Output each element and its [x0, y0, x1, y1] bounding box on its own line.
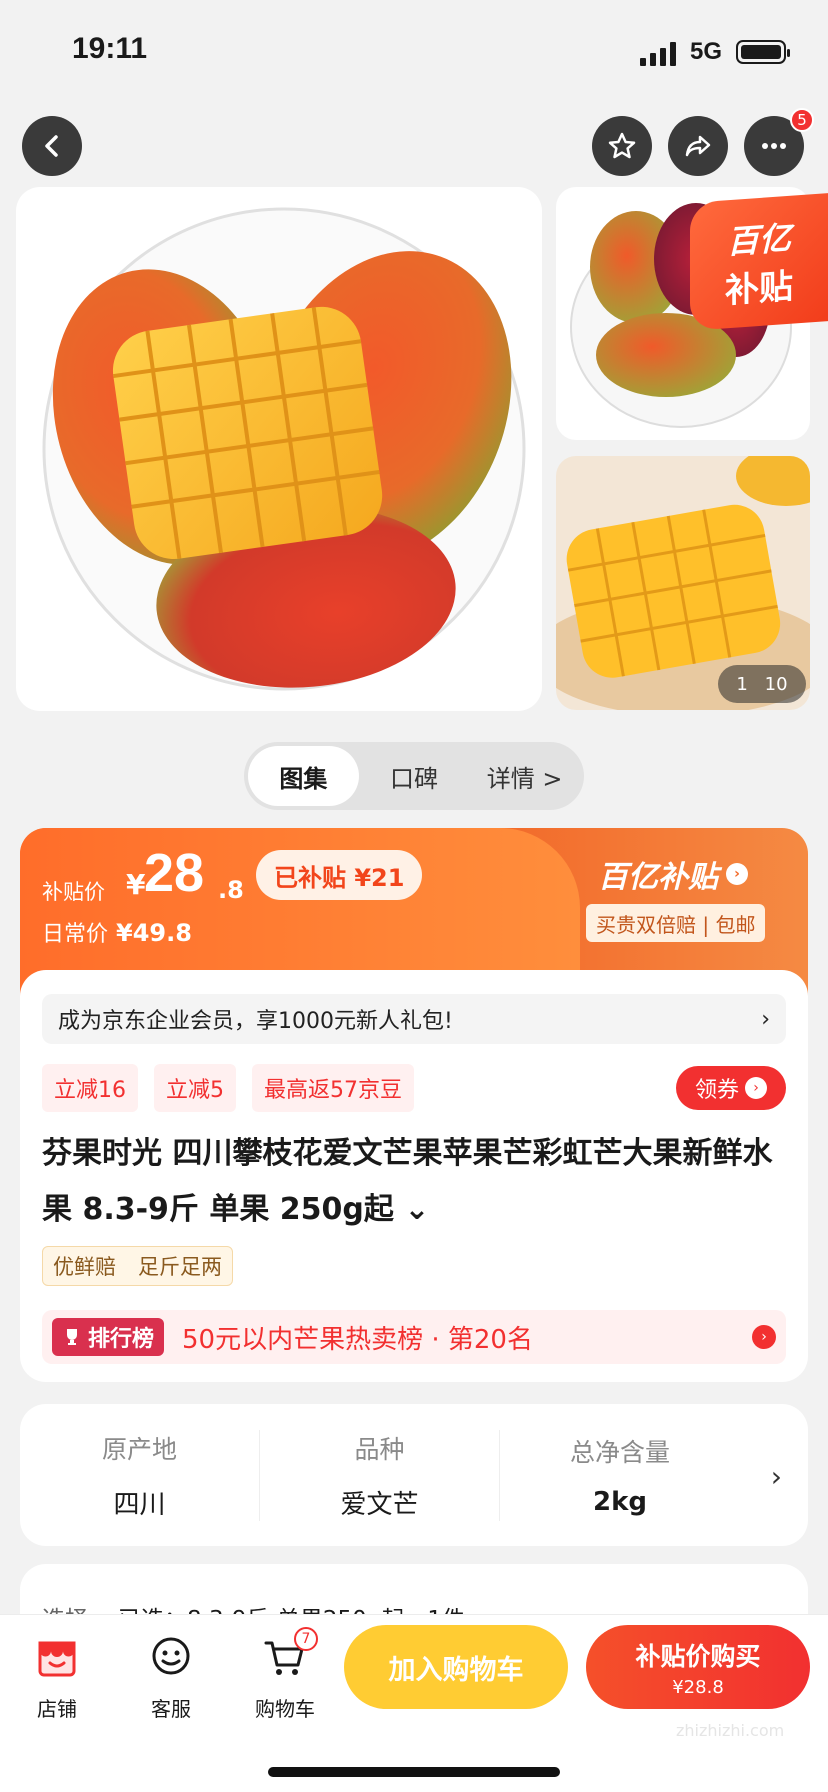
chevron-left-icon	[45, 135, 58, 157]
nav-store[interactable]: 店铺	[12, 1633, 102, 1722]
home-indicator	[268, 1767, 560, 1777]
product-title[interactable]: 芬果时光 四川攀枝花爱文芒果苹果芒彩虹芒大果新鲜水果 8.3-9斤 单果 250…	[42, 1126, 792, 1238]
bottom-action-bar: 店铺 客服 7 购物车 加入购物车 补贴价购买 ¥28.8 zhizhizhi.…	[0, 1614, 828, 1792]
get-coupon-button[interactable]: 领券 ›	[676, 1066, 786, 1110]
buy-now-label: 补贴价购买	[635, 1641, 761, 1671]
chevron-right-icon: ›	[726, 863, 748, 885]
spec-value: 2kg	[593, 1487, 647, 1517]
network-type: 5G	[690, 38, 723, 65]
tab-reviews[interactable]: 口碑	[359, 746, 470, 806]
star-icon	[608, 132, 636, 159]
service-tag: 足斤足两	[138, 1255, 222, 1279]
member-banner-text: 成为京东企业会员，享1000元新人礼包!	[58, 1009, 453, 1034]
nav-cart[interactable]: 7 购物车	[240, 1627, 330, 1722]
guarantee-badge: 买贵双倍赔 | 包邮	[586, 904, 766, 942]
subsidy-tag-line1: 百亿	[726, 218, 791, 261]
price-decimal: .8	[218, 876, 244, 904]
daily-price-label: 日常价	[42, 922, 109, 947]
content-tabs: 图集 口碑 详情 >	[244, 742, 584, 810]
mango-bowl-image	[42, 207, 526, 691]
more-badge: 5	[790, 108, 814, 132]
cart-badge: 7	[294, 1627, 318, 1651]
price-currency: ¥	[126, 868, 146, 901]
image-counter: 1 10	[718, 665, 806, 703]
trophy-icon	[67, 1329, 77, 1345]
service-tags[interactable]: 优鲜赔 足斤足两	[42, 1246, 233, 1286]
daily-price-value: ¥49.8	[116, 919, 192, 947]
tab-gallery[interactable]: 图集	[248, 746, 359, 806]
tab-details[interactable]: 详情 >	[469, 746, 580, 806]
spec-value: 爱文芒	[340, 1489, 419, 1520]
daily-price: 日常价 ¥49.8	[42, 916, 192, 948]
share-button[interactable]	[668, 116, 728, 176]
image-counter-total: 10	[764, 673, 788, 695]
chevron-right-icon: ›	[752, 1325, 776, 1349]
subsidy-price-label: 补贴价	[42, 880, 105, 904]
battery-icon	[736, 40, 790, 64]
add-to-cart-button[interactable]: 加入购物车	[344, 1625, 568, 1709]
spec-card[interactable]: 原产地 四川 品种 爱文芒 总净含量 2kg ›	[20, 1404, 808, 1546]
ranking-bar[interactable]: 排行榜 50元以内芒果热卖榜 · 第20名 ›	[42, 1310, 786, 1364]
spec-label: 总净含量	[569, 1438, 670, 1467]
nav-service-label: 客服	[151, 1697, 191, 1721]
image-counter-current: 1	[736, 673, 748, 695]
favorite-button[interactable]	[592, 116, 652, 176]
watermark: zhizhizhi.com	[676, 1721, 785, 1740]
chevron-right-icon[interactable]: ›	[771, 1460, 782, 1493]
subsidy-brand-link[interactable]: 百亿补贴 ›	[598, 852, 748, 896]
chevron-right-icon: ›	[745, 1077, 767, 1099]
buy-now-price: ¥28.8	[672, 1676, 724, 1698]
member-banner[interactable]: 成为京东企业会员，享1000元新人礼包! ›	[42, 994, 786, 1044]
ranking-badge-label: 排行榜	[88, 1327, 155, 1352]
more-icon	[762, 143, 786, 149]
more-button[interactable]: 5	[744, 108, 814, 176]
nav-store-label: 店铺	[37, 1697, 77, 1721]
coupon-item[interactable]: 立减5	[154, 1064, 236, 1112]
nav-cart-label: 购物车	[255, 1697, 315, 1721]
ranking-text: 50元以内芒果热卖榜 · 第20名	[182, 1324, 533, 1355]
spec-label: 品种	[354, 1434, 405, 1464]
ranking-badge: 排行榜	[52, 1318, 165, 1356]
product-info-card: 成为京东企业会员，享1000元新人礼包! › 立减16 立减5 最高返57京豆 …	[20, 970, 808, 1382]
back-button[interactable]	[22, 116, 82, 176]
status-bar: 19:11 5G	[0, 0, 828, 100]
status-time: 19:11	[72, 32, 148, 65]
signal-icon	[640, 42, 676, 66]
main-product-image[interactable]	[16, 187, 542, 711]
spec-net-weight: 总净含量 2kg	[500, 1433, 740, 1517]
spec-value: 四川	[113, 1489, 166, 1520]
service-tag: 优鲜赔	[53, 1255, 116, 1279]
coupon-item[interactable]: 最高返57京豆	[252, 1064, 414, 1112]
spec-origin: 原产地 四川	[20, 1429, 260, 1521]
price-integer: 28	[144, 843, 205, 903]
subsidy-tag-line2: 补贴	[725, 266, 793, 311]
buy-now-button[interactable]: 补贴价购买 ¥28.8	[586, 1625, 810, 1709]
chevron-right-icon: ›	[761, 1006, 770, 1032]
subsidized-amount: 已补贴 ¥21	[256, 850, 423, 900]
coupon-list: 立减16 立减5 最高返57京豆	[42, 1064, 414, 1112]
customer-service-icon	[152, 1637, 190, 1675]
get-coupon-label: 领券	[694, 1078, 739, 1103]
share-icon	[685, 135, 711, 157]
coupon-item[interactable]: 立减16	[42, 1064, 138, 1112]
spec-label: 原产地	[101, 1434, 177, 1464]
spec-variety: 品种 爱文芒	[260, 1429, 500, 1521]
store-icon	[38, 1641, 76, 1677]
nav-service[interactable]: 客服	[126, 1633, 216, 1722]
subsidy-tag: 百亿 补贴	[690, 193, 828, 331]
subsidy-brand-text: 百亿补贴	[598, 860, 718, 895]
